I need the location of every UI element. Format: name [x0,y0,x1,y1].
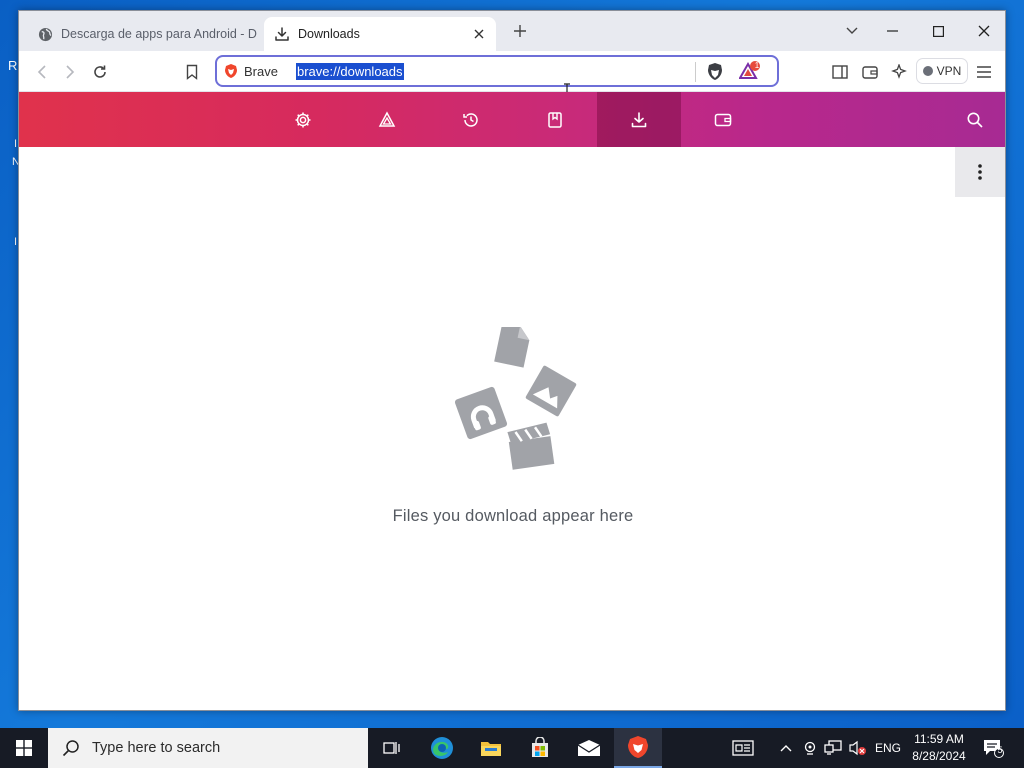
start-button[interactable] [0,728,48,768]
task-view-button[interactable] [368,728,416,768]
desktop-edge-char: I [14,138,18,150]
url-text[interactable]: brave://downloads [296,63,404,80]
folder-icon [481,742,501,756]
empty-downloads-illustration [454,327,577,470]
mail-icon [577,740,601,756]
minimize-button[interactable] [869,11,915,51]
taskbar: Type here to search ENG 11:59 AM 8/28/20… [0,728,1024,768]
edge-icon [431,737,453,759]
document-icon [494,327,530,368]
chevron-up-icon [780,745,792,752]
new-tab-button[interactable] [509,20,531,42]
brave-lion-icon [628,736,648,758]
brave-taskbar-button[interactable] [614,728,662,768]
bookmark-icon[interactable] [179,59,205,85]
vpn-label: VPN [936,64,962,78]
nav-downloads[interactable] [597,92,681,147]
brave-shields-icon[interactable] [705,62,725,82]
news-widget-button[interactable] [728,728,758,768]
omnibox-divider [695,62,696,82]
forward-button[interactable] [57,59,83,85]
search-icon [62,740,79,757]
nav-wallet[interactable] [681,92,765,147]
downloads-search-button[interactable] [945,92,1005,147]
store-taskbar-button[interactable] [516,728,564,768]
news-icon [732,740,754,756]
vpn-status-icon [922,66,933,76]
wallet-icon [714,113,732,126]
brave-lion-icon [223,63,239,79]
taskbar-search-placeholder: Type here to search [92,740,221,756]
nav-bookmarks[interactable] [513,92,597,147]
downloads-icon [631,111,647,127]
close-window-button[interactable] [961,11,1005,51]
nav-history[interactable] [429,92,513,147]
file-explorer-taskbar-button[interactable] [467,728,515,768]
omnibox-brand-label: Brave [244,64,278,79]
clock-time: 11:59 AM [914,732,964,746]
kebab-menu-icon [978,164,982,180]
tab-title: Descarga de apps para Android - D [61,27,257,41]
desktop-edge-char: R [8,58,18,73]
mail-taskbar-button[interactable] [565,728,613,768]
download-icon [274,26,290,42]
settings-icon [295,112,311,127]
close-tab-icon[interactable] [468,23,490,45]
globe-icon [37,26,53,42]
brave-rewards-icon [378,110,396,127]
vpn-button[interactable]: VPN [916,58,968,84]
reload-button[interactable] [87,59,113,85]
input-language-indicator[interactable]: ENG [872,728,904,768]
browser-window: Descarga de apps para Android - D Downlo… [18,10,1006,711]
network-tray-icon[interactable] [822,728,844,768]
downloads-content: Files you download appear here [19,147,1005,710]
maximize-button[interactable] [915,11,961,51]
store-icon [532,737,548,757]
taskbar-search-box[interactable]: Type here to search [48,728,368,768]
tab-descarga[interactable]: Descarga de apps para Android - D [25,17,263,51]
nav-rewards[interactable] [345,92,429,147]
desktop-edge-char: I [14,236,18,248]
tab-downloads[interactable]: Downloads [264,17,496,51]
more-options-button[interactable] [955,147,1005,197]
camera-tray-icon[interactable] [800,728,820,768]
webcam-icon [804,741,816,755]
wallet-icon[interactable] [857,59,883,85]
rewards-badge: 1 [754,61,760,70]
volume-muted-icon [849,740,866,756]
action-center-button[interactable]: 5 [978,728,1008,768]
menu-icon[interactable] [971,59,997,85]
network-icon [824,740,842,755]
windows-logo-icon [16,740,32,756]
bookmarks-icon [548,111,562,128]
empty-state-message: Files you download appear here [392,507,634,525]
address-bar[interactable]: Brave brave://downloads 1 [215,55,779,87]
sidebar-toggle-icon[interactable] [827,59,853,85]
video-icon [507,422,555,470]
image-icon [525,365,577,417]
show-hidden-icons-button[interactable] [776,728,796,768]
taskbar-clock[interactable]: 11:59 AM 8/28/2024 [906,731,972,765]
notification-count: 5 [997,745,1003,755]
nav-settings[interactable] [261,92,345,147]
clock-date: 8/28/2024 [912,749,966,763]
edge-taskbar-button[interactable] [418,728,466,768]
task-view-icon [383,742,400,754]
music-icon [454,386,508,440]
tab-strip: Descarga de apps para Android - D Downlo… [19,11,1005,51]
toolbar: Brave brave://downloads 1 VPN [19,51,1005,99]
brave-pages-navbar [19,92,1005,147]
brave-rewards-icon[interactable]: 1 [738,61,761,83]
volume-tray-icon[interactable] [847,728,869,768]
history-icon [463,112,478,127]
leo-ai-icon[interactable] [886,59,912,85]
back-button[interactable] [29,59,55,85]
tab-title: Downloads [298,27,360,41]
search-icon [967,112,983,128]
